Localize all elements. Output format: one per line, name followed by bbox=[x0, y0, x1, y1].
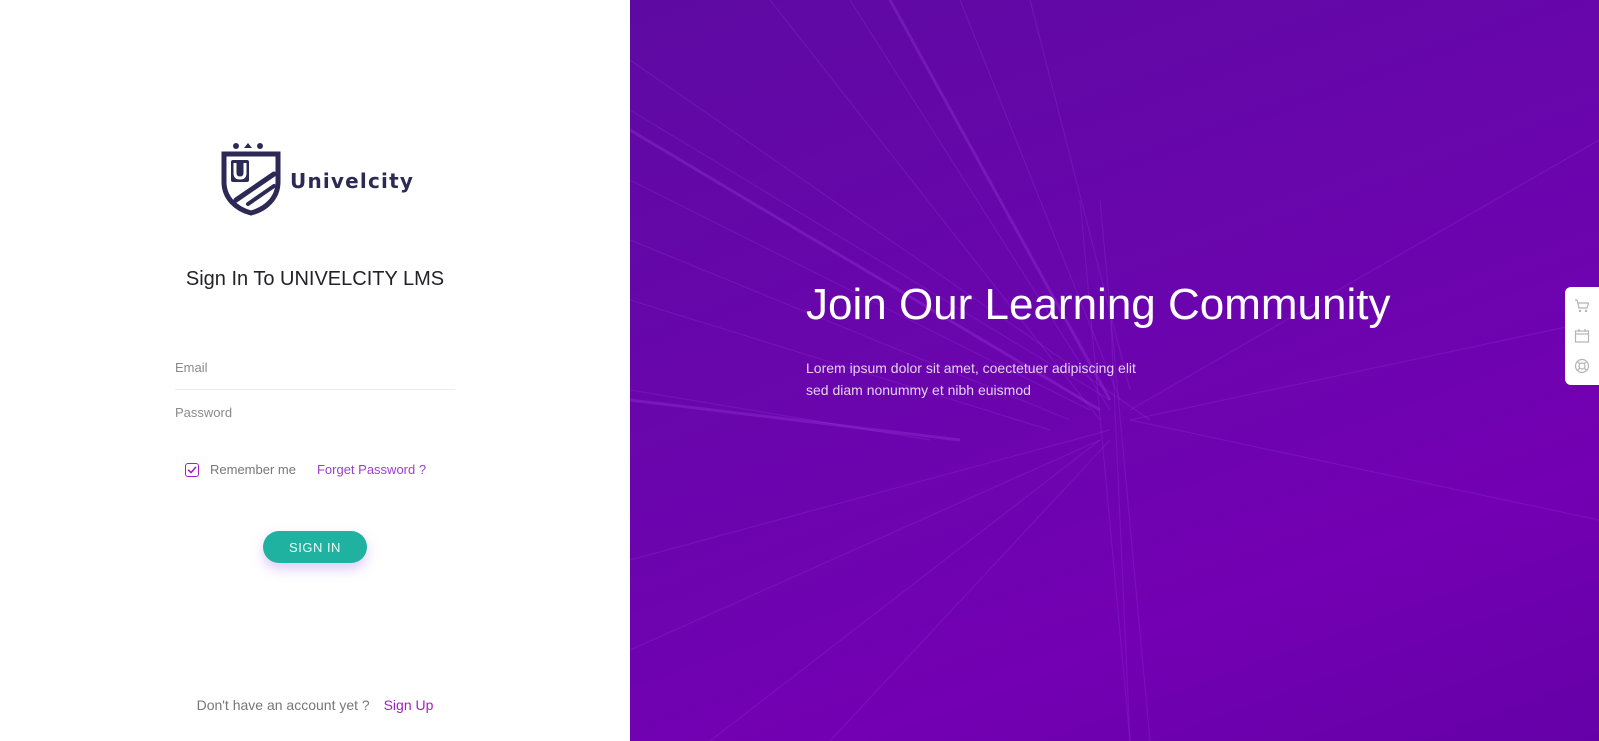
signin-button[interactable]: SIGN IN bbox=[263, 531, 367, 563]
hero-title: Join Our Learning Community bbox=[806, 280, 1391, 329]
remember-checkbox[interactable] bbox=[185, 462, 199, 477]
lifebuoy-icon[interactable] bbox=[1574, 358, 1590, 374]
hero-text: Lorem ipsum dolor sit amet, coectetuer a… bbox=[806, 360, 1136, 398]
cart-icon[interactable] bbox=[1574, 298, 1590, 314]
forget-password-link[interactable]: Forget Password ? bbox=[317, 462, 426, 477]
checkmark-icon bbox=[187, 466, 197, 473]
email-input[interactable] bbox=[175, 360, 455, 389]
side-toolbar bbox=[1565, 287, 1599, 385]
brand-name: Univelcity bbox=[290, 169, 415, 193]
login-panel: Univelcity Sign In To UNIVELCITY LMS Rem… bbox=[0, 0, 630, 741]
remember-label: Remember me bbox=[210, 462, 296, 477]
signup-question: Don't have an account yet ? bbox=[196, 697, 370, 713]
signup-row: Don't have an account yet ? Sign Up bbox=[0, 697, 630, 713]
signup-link[interactable]: Sign Up bbox=[384, 697, 434, 713]
shield-logo-icon bbox=[221, 143, 281, 216]
login-page: Univelcity Sign In To UNIVELCITY LMS Rem… bbox=[0, 0, 1599, 741]
remember-row: Remember me Forget Password ? bbox=[185, 462, 426, 477]
password-input[interactable] bbox=[175, 405, 455, 434]
brand-logo: Univelcity bbox=[220, 142, 414, 216]
password-field-wrapper bbox=[175, 404, 455, 434]
calendar-icon[interactable] bbox=[1574, 328, 1590, 344]
email-field-wrapper bbox=[175, 359, 455, 390]
hero-panel: Join Our Learning Community Lorem ipsum … bbox=[630, 0, 1599, 741]
signin-title: Sign In To UNIVELCITY LMS bbox=[185, 268, 445, 290]
